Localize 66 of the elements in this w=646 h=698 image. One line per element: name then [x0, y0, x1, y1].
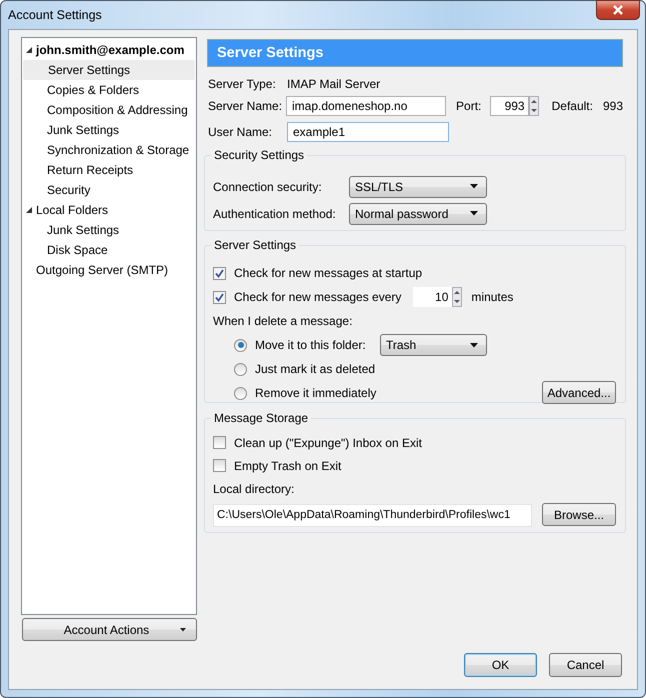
tree-item[interactable]: john.smith@example.com: [36, 43, 184, 57]
checkbox[interactable]: [213, 436, 226, 449]
panel-header: Server Settings: [207, 39, 623, 67]
checkbox-label: Empty Trash on Exit: [234, 458, 342, 472]
dialog-button[interactable]: OK: [464, 653, 537, 677]
radio-button[interactable]: [234, 386, 247, 400]
field-label: User Name:: [208, 124, 274, 138]
spin-button[interactable]: [528, 96, 539, 116]
expand-arrow-icon[interactable]: [25, 206, 33, 214]
dropdown[interactable]: Normal password: [349, 202, 487, 224]
tree-item[interactable]: Server Settings: [23, 60, 195, 80]
default-port-value: 993: [602, 99, 623, 113]
group-legend: Server Settings: [211, 238, 300, 252]
unit-label: minutes: [471, 290, 514, 304]
tree-item[interactable]: Return Receipts: [22, 160, 196, 180]
radio-button[interactable]: [234, 362, 247, 376]
caret-icon: [180, 628, 186, 632]
tree-item[interactable]: Synchronization & Storage: [22, 140, 196, 160]
field-label: Local directory:: [213, 480, 296, 498]
tree-item[interactable]: Junk Settings: [22, 120, 196, 140]
interval-field[interactable]: 10: [413, 287, 452, 307]
tree-item[interactable]: Local Folders: [36, 203, 108, 217]
tree-item[interactable]: Junk Settings: [22, 220, 196, 240]
browse-button[interactable]: Browse...: [542, 503, 616, 526]
advanced-button[interactable]: Advanced...: [542, 381, 616, 404]
checkbox-label: Clean up ("Expunge") Inbox on Exit: [234, 436, 422, 450]
group-legend: Message Storage: [211, 411, 312, 425]
close-icon: [612, 5, 624, 15]
local-directory-field[interactable]: C:\Users\Ole\AppData\Roaming\Thunderbird\Profiles\wc1: [213, 504, 532, 526]
radio-label: Remove it immediately: [255, 386, 378, 400]
dialog-button[interactable]: Cancel: [549, 653, 622, 677]
field-label: Authentication method:: [213, 206, 337, 220]
field-label: Port:: [456, 99, 482, 113]
field-label: Server Name:: [208, 99, 284, 113]
close-button[interactable]: [596, 0, 640, 20]
server-type-value: IMAP Mail Server: [287, 77, 380, 91]
field-label: Server Type:: [208, 77, 277, 91]
field-label: Connection security:: [213, 180, 323, 194]
dropdown[interactable]: SSL/TLS: [349, 176, 487, 198]
checkbox[interactable]: [213, 459, 226, 472]
section-label: When I delete a message:: [213, 313, 354, 330]
caret-icon: [470, 211, 478, 216]
tree-item[interactable]: Outgoing Server (SMTP): [36, 263, 168, 277]
radio-label: Move it to this folder:: [255, 338, 367, 352]
radio-button[interactable]: [234, 338, 247, 352]
user-name-field[interactable]: example1: [287, 122, 449, 142]
window-title: Account Settings: [8, 8, 102, 22]
port-field[interactable]: 993: [490, 96, 529, 116]
tree-item[interactable]: Copies & Folders: [22, 80, 196, 100]
tree-item[interactable]: Composition & Addressing: [22, 100, 196, 120]
checkbox-label: Check for new messages every: [234, 290, 402, 304]
folder-dropdown[interactable]: Trash: [380, 334, 487, 356]
field-label: Default:: [552, 99, 593, 113]
tree-item[interactable]: Security: [22, 180, 196, 200]
account-actions-button[interactable]: Account Actions: [22, 618, 197, 641]
caret-icon: [470, 342, 478, 348]
spin-button[interactable]: [452, 287, 462, 307]
expand-arrow-icon[interactable]: [25, 46, 33, 54]
group-legend: Security Settings: [211, 148, 308, 162]
caret-icon: [470, 184, 478, 189]
checkbox[interactable]: [213, 266, 226, 280]
radio-label: Just mark it as deleted: [255, 362, 376, 376]
server-name-field[interactable]: imap.domeneshop.no: [286, 96, 446, 116]
checkbox-label: Check for new messages at startup: [234, 266, 422, 280]
checkbox[interactable]: [213, 290, 226, 304]
tree-item[interactable]: Disk Space: [22, 240, 196, 260]
